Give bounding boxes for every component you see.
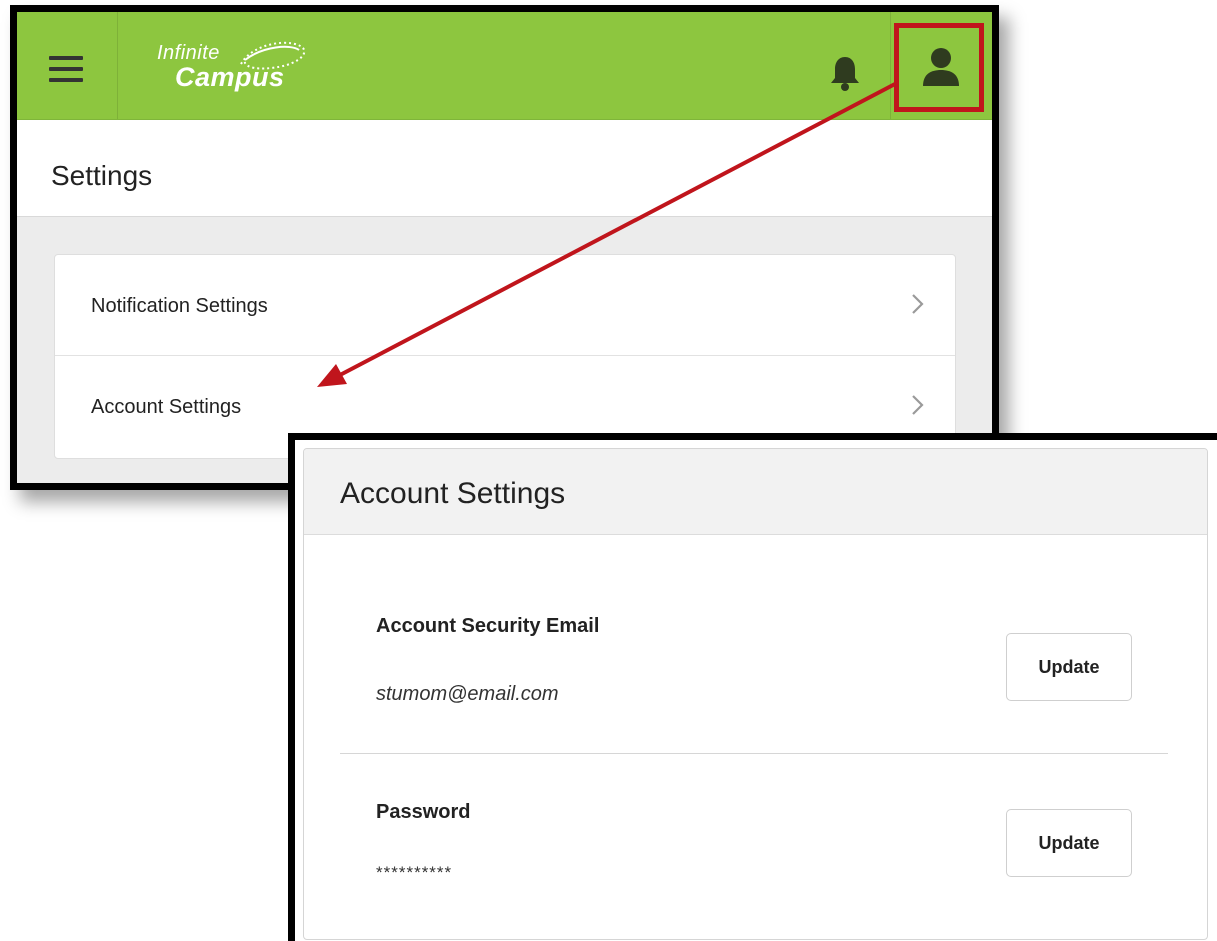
password-label: Password [376, 801, 471, 823]
account-settings-window: Account Settings Account Security Email … [288, 433, 1217, 941]
update-email-button[interactable]: Update [1006, 633, 1132, 701]
account-security-email-row: Account Security Email stumom@email.com … [340, 599, 1168, 729]
settings-page-header: Settings [17, 120, 992, 217]
chevron-right-icon [912, 294, 924, 314]
settings-window: Infinite Campus Settings Notification Se… [10, 5, 999, 490]
user-icon-highlight-box [894, 23, 984, 112]
account-settings-panel: Account Settings Account Security Email … [303, 448, 1208, 940]
account-settings-header: Account Settings [304, 449, 1207, 535]
hamburger-menu-icon[interactable] [49, 56, 83, 82]
infinite-campus-logo[interactable]: Infinite Campus [153, 32, 333, 102]
account-security-email-label: Account Security Email [376, 615, 600, 637]
topbar-divider [117, 12, 118, 119]
password-row: Password ********** Update [340, 779, 1168, 909]
settings-list: Notification Settings Account Settings [54, 254, 956, 459]
account-security-email-value: stumom@email.com [376, 683, 559, 705]
top-navigation-bar: Infinite Campus [17, 12, 992, 120]
bell-icon[interactable] [827, 54, 863, 92]
logo-text-campus: Campus [175, 62, 285, 92]
settings-item-label: Notification Settings [91, 295, 268, 317]
settings-item-label: Account Settings [91, 396, 242, 418]
update-password-button[interactable]: Update [1006, 809, 1132, 877]
topbar-divider [890, 12, 891, 119]
settings-item-notification[interactable]: Notification Settings [55, 255, 955, 356]
password-value: ********** [376, 863, 453, 882]
chevron-right-icon [912, 395, 924, 415]
row-divider [340, 753, 1168, 754]
page-title: Settings [51, 160, 153, 191]
account-settings-title: Account Settings [340, 477, 566, 510]
